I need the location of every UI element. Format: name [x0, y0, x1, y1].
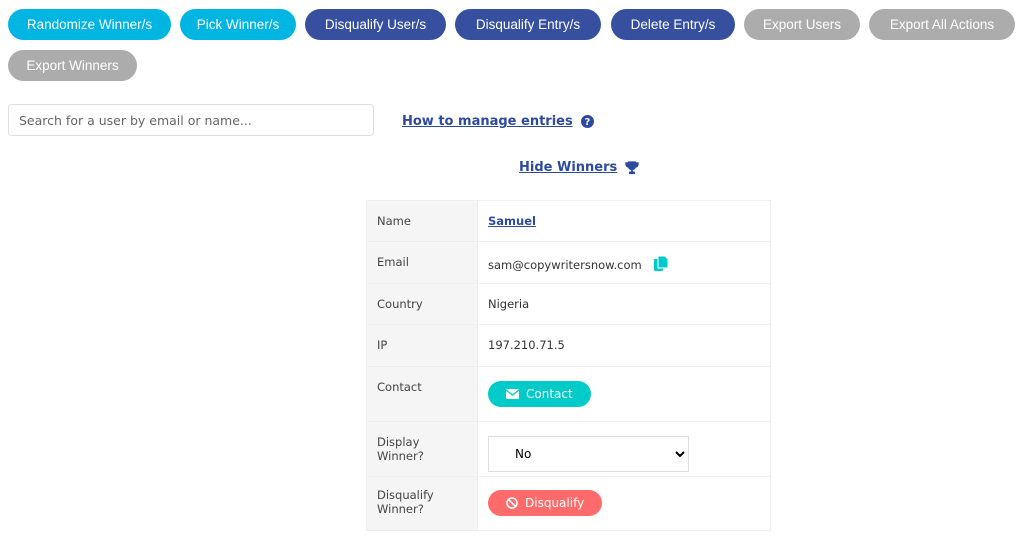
disqualify-button[interactable]: Disqualify [488, 490, 603, 516]
email-label: Email [366, 241, 478, 284]
ban-icon [506, 497, 518, 509]
display-winner-label: Display Winner? [366, 421, 478, 477]
table-row: Country Nigeria [366, 283, 771, 325]
disqualify-winner-label: Disqualify Winner? [366, 476, 478, 531]
table-row: Display Winner? No [366, 421, 771, 477]
contact-button[interactable]: Contact [488, 381, 591, 407]
export-users-button[interactable]: Export Users [744, 9, 860, 40]
contact-label: Contact [366, 366, 478, 422]
hide-winners-link[interactable]: Hide Winners [519, 160, 639, 175]
randomize-winners-button[interactable]: Randomize Winner/s [8, 9, 171, 40]
display-winner-select[interactable]: No [488, 436, 689, 472]
search-input[interactable] [8, 104, 374, 136]
user-name-link[interactable]: Samuel [488, 214, 536, 228]
export-winners-button[interactable]: Export Winners [8, 50, 137, 81]
table-row: Contact Contact [366, 366, 771, 422]
table-row: Disqualify Winner? Disqualify [366, 476, 771, 531]
svg-text:?: ? [584, 117, 590, 128]
disqualify-users-button[interactable]: Disqualify User/s [305, 9, 446, 40]
disqualify-button-label: Disqualify [525, 496, 585, 510]
trophy-icon [625, 160, 639, 174]
delete-entries-button[interactable]: Delete Entry/s [611, 9, 735, 40]
export-all-actions-button[interactable]: Export All Actions [869, 9, 1015, 40]
question-circle-icon: ? [580, 115, 594, 128]
disqualify-entries-button[interactable]: Disqualify Entry/s [455, 9, 601, 40]
country-label: Country [366, 283, 478, 325]
contact-button-label: Contact [526, 387, 573, 401]
email-value: sam@copywritersnow.com [488, 258, 642, 272]
how-to-manage-entries-link[interactable]: How to manage entries ? [402, 114, 594, 129]
table-row: Name Samuel [366, 200, 771, 242]
ip-label: IP [366, 324, 478, 367]
link-label: How to manage entries [402, 114, 573, 129]
pick-winners-button[interactable]: Pick Winner/s [180, 9, 296, 40]
table-row: Email sam@copywritersnow.com [366, 241, 771, 284]
winner-details-table: Name Samuel Email sam@copywritersnow.com C… [366, 200, 771, 531]
ip-value: 197.210.71.5 [477, 324, 771, 367]
country-value: Nigeria [477, 283, 771, 325]
link-label: Hide Winners [519, 160, 618, 175]
name-label: Name [366, 200, 478, 242]
table-row: IP 197.210.71.5 [366, 324, 771, 367]
envelope-icon [506, 389, 519, 399]
copy-icon[interactable] [653, 255, 669, 272]
